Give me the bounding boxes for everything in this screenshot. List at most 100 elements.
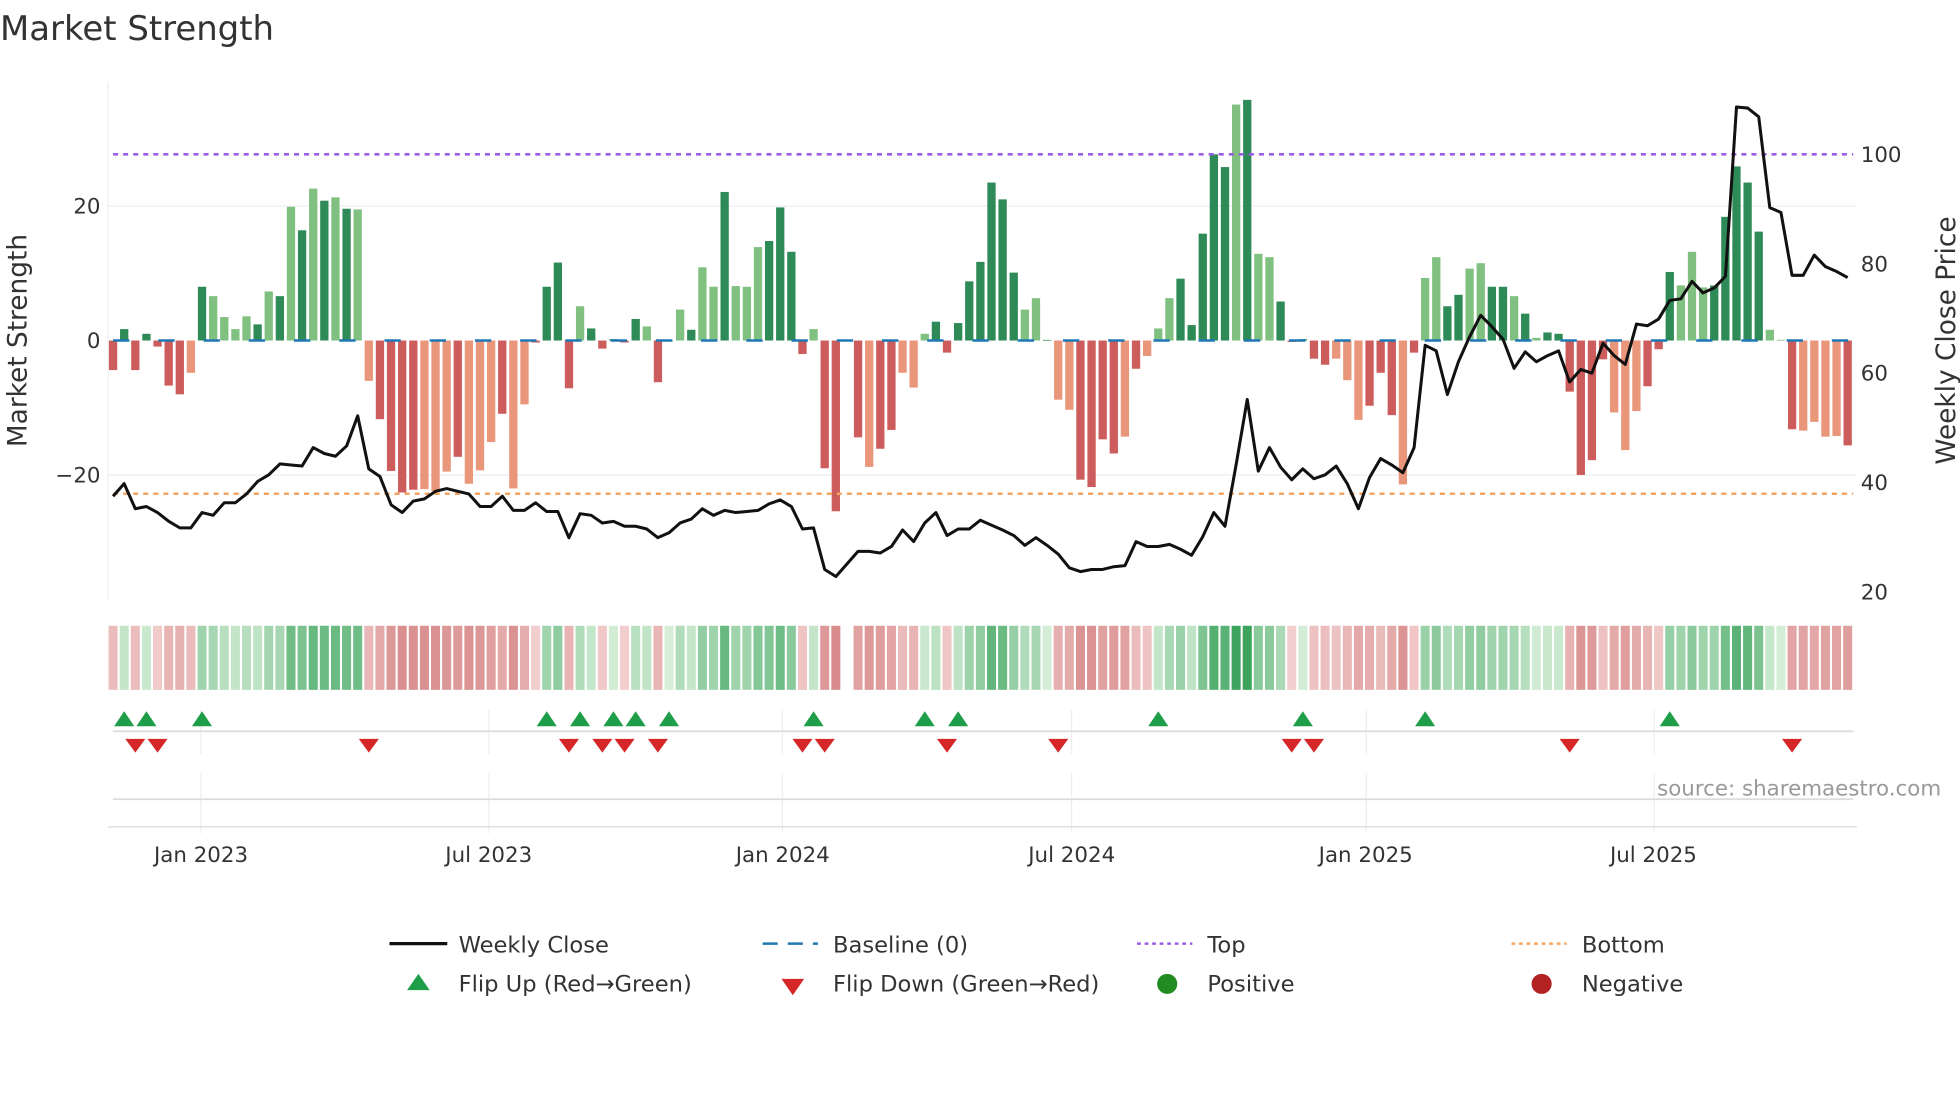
strip-cell xyxy=(809,625,819,690)
strip-cell xyxy=(820,625,830,690)
strip-cell xyxy=(1731,625,1742,690)
negative-bar xyxy=(942,340,952,353)
strip-cell xyxy=(264,625,274,690)
positive-bar xyxy=(231,329,240,341)
positive-bar xyxy=(1487,286,1497,341)
negative-bar xyxy=(1632,340,1641,412)
positive-bar xyxy=(1732,166,1741,341)
negative-bar xyxy=(798,340,807,354)
strip-cell xyxy=(241,625,252,690)
strip-cell xyxy=(1754,625,1764,690)
positive-bar xyxy=(1687,251,1697,341)
strip-cell xyxy=(1520,625,1530,690)
positive-bar xyxy=(976,261,985,341)
negative-bar xyxy=(1799,340,1808,431)
legend-item-weekly-close[interactable]: Weekly Close xyxy=(389,932,609,958)
negative-bar xyxy=(1120,340,1130,437)
legend-item-baseline[interactable]: Baseline (0) xyxy=(762,932,968,958)
chart-title: Market Strength xyxy=(0,9,274,48)
strip-cell xyxy=(1153,625,1163,690)
legend-item-flip-down[interactable]: Flip Down (Green→Red) xyxy=(781,971,1099,997)
flip-up-marker xyxy=(114,711,135,727)
negative-bar xyxy=(1832,340,1841,436)
legend-item-top[interactable]: Top xyxy=(1137,932,1246,958)
negative-bar xyxy=(1576,340,1585,475)
negative-bar xyxy=(175,340,184,395)
legend-item-negative[interactable]: Negative xyxy=(1531,971,1684,997)
negative-bar xyxy=(386,340,396,471)
strip-cell xyxy=(386,625,396,690)
strip-cell xyxy=(998,625,1008,690)
negative-bar xyxy=(131,340,140,371)
flip-down-marker xyxy=(558,738,580,753)
positive-bar xyxy=(642,326,651,341)
strip-cell xyxy=(620,625,630,690)
strip-cell xyxy=(1176,625,1186,690)
strip-cell xyxy=(1075,625,1085,690)
positive-bar xyxy=(709,286,718,341)
strip-cell xyxy=(653,625,663,690)
flip-down-marker xyxy=(1303,738,1325,753)
positive-bar xyxy=(220,316,229,341)
flip-up-marker xyxy=(914,711,935,727)
strip-cell xyxy=(442,625,452,690)
positive-bar xyxy=(197,286,207,341)
strength-strip xyxy=(108,625,1853,690)
positive-bar xyxy=(1243,99,1252,341)
legend-item-positive[interactable]: Positive xyxy=(1157,971,1295,997)
positive-bar xyxy=(353,209,362,341)
legend-item-flip-up[interactable]: Flip Up (Red→Green) xyxy=(407,971,692,997)
flip-up-marker xyxy=(658,711,680,727)
positive-bar xyxy=(1498,286,1508,341)
strip-cell xyxy=(1120,625,1130,690)
flip-down-marker xyxy=(936,738,958,753)
y-tick-0: 0 xyxy=(87,329,101,354)
positive-bar xyxy=(987,182,996,341)
y2-tick-80: 80 xyxy=(1861,252,1888,277)
strip-cell xyxy=(1453,625,1464,690)
positive-bar xyxy=(242,316,251,341)
strip-cell xyxy=(1198,625,1208,690)
strip-cell xyxy=(1209,625,1219,690)
circle-green-icon xyxy=(1157,973,1178,994)
negative-bar xyxy=(598,340,607,349)
negative-bar xyxy=(375,340,385,420)
positive-bar xyxy=(1231,104,1241,341)
strip-cell xyxy=(642,625,652,690)
y2-tick-60: 60 xyxy=(1861,362,1888,387)
flip-down-marker xyxy=(358,738,379,753)
negative-bar xyxy=(1131,340,1141,369)
strip-cell xyxy=(1131,625,1141,690)
negative-bar xyxy=(364,340,373,381)
strip-cell xyxy=(330,625,340,690)
y2-tick-20: 20 xyxy=(1861,580,1888,605)
strip-cell xyxy=(675,625,685,690)
strip-cell xyxy=(608,625,618,690)
positive-bar xyxy=(687,329,696,341)
strip-cell xyxy=(1098,625,1108,690)
negative-bar xyxy=(475,340,485,471)
positive-bar xyxy=(965,281,974,341)
negative-bar xyxy=(1098,340,1107,440)
positive-bar xyxy=(676,309,685,341)
negative-bar xyxy=(520,340,529,405)
positive-bar xyxy=(1754,231,1763,341)
positive-bar xyxy=(553,262,562,341)
strip-cell xyxy=(1020,625,1030,690)
legend-item-bottom[interactable]: Bottom xyxy=(1511,932,1665,958)
strip-cell xyxy=(1576,625,1586,690)
negative-bar xyxy=(164,340,173,386)
strip-cell xyxy=(1109,625,1119,690)
flip-down-marker xyxy=(1559,738,1580,753)
negative-bar xyxy=(820,340,829,469)
y2-tick-40: 40 xyxy=(1861,471,1888,496)
strip-cell xyxy=(1498,625,1508,690)
strip-cell xyxy=(1420,625,1430,690)
strip-cell xyxy=(1387,625,1397,690)
negative-bar xyxy=(409,340,418,490)
negative-bar xyxy=(1587,340,1597,461)
positive-bar xyxy=(1165,298,1174,341)
strip-cell xyxy=(1565,625,1575,690)
strip-cell xyxy=(175,625,185,690)
strip-cell xyxy=(1542,625,1552,690)
